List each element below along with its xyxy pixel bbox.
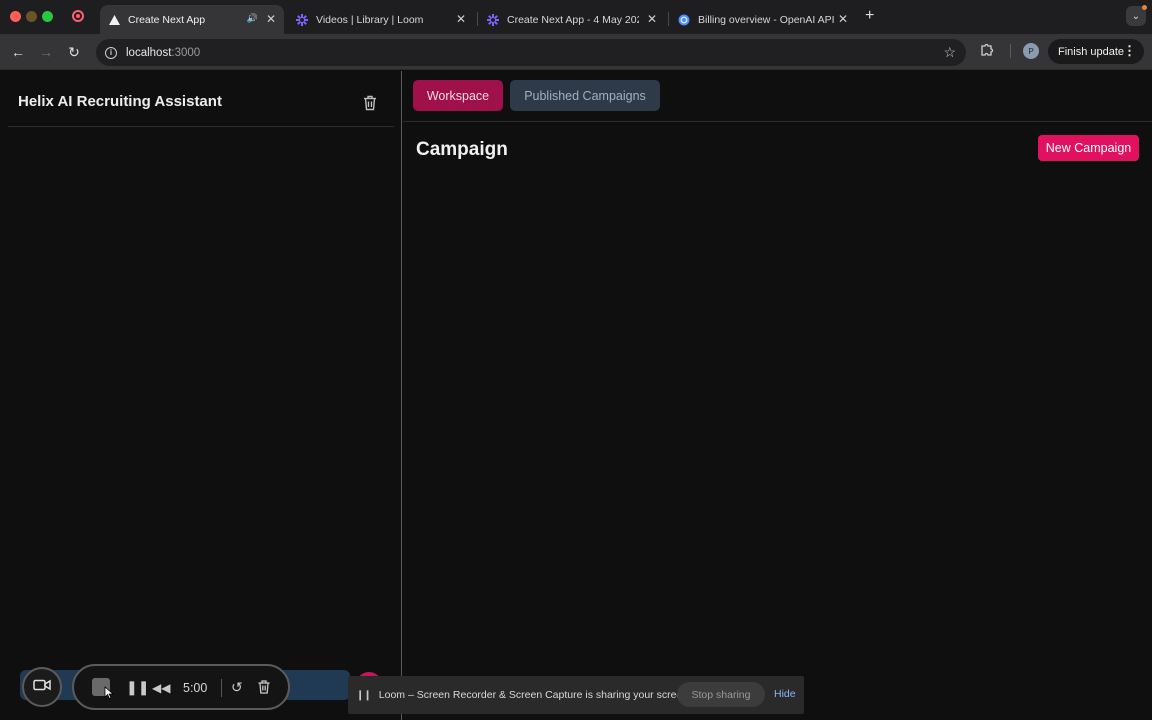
pause-icon: ❙❙ <box>356 689 372 701</box>
loom-icon <box>296 13 308 26</box>
finish-update-button[interactable]: Finish update ⋮ <box>1048 39 1144 64</box>
close-icon[interactable]: ✕ <box>647 12 657 26</box>
tab-title: Billing overview - OpenAI API <box>698 13 835 26</box>
main-tabs-bar: Workspace Published Campaigns <box>403 71 1152 122</box>
openai-globe-icon <box>678 14 690 26</box>
speaker-icon[interactable]: 🔊 <box>247 13 258 24</box>
control-divider <box>221 679 222 697</box>
share-message: Loom – Screen Recorder & Screen Capture … <box>378 689 692 701</box>
loom-icon <box>487 13 499 26</box>
restart-icon[interactable]: ↺ <box>231 679 243 696</box>
recording-indicator-icon <box>72 10 84 22</box>
recording-timer: 5:00 <box>183 681 208 695</box>
sidebar-title: Helix AI Recruiting Assistant <box>18 93 222 110</box>
browser-tab-create-next-app[interactable]: Create Next App 🔊 ✕ <box>100 5 284 34</box>
screen-share-notification: ❙❙ Loom – Screen Recorder & Screen Captu… <box>348 676 804 714</box>
app-page: Helix AI Recruiting Assistant Workspace … <box>0 71 1152 720</box>
new-campaign-button[interactable]: New Campaign <box>1038 135 1139 161</box>
hide-button[interactable]: Hide <box>774 688 796 700</box>
close-icon[interactable]: ✕ <box>838 12 848 26</box>
pause-icon[interactable]: ❚❚ <box>126 679 149 696</box>
close-icon[interactable]: ✕ <box>456 12 466 26</box>
url-text: localhost:3000 <box>126 47 200 59</box>
rewind-icon[interactable]: ◀◀ <box>152 681 170 695</box>
tab-title: Videos | Library | Loom <box>316 13 424 26</box>
window-minimize-button[interactable] <box>26 11 37 22</box>
url-host: localhost <box>126 46 172 59</box>
close-icon[interactable]: ✕ <box>266 12 276 26</box>
video-camera-icon <box>33 678 51 696</box>
forward-arrow-icon[interactable]: → <box>36 42 56 62</box>
tab-workspace[interactable]: Workspace <box>413 80 503 111</box>
site-info-icon[interactable]: i <box>105 46 117 59</box>
browser-tab-loom-library[interactable]: Videos | Library | Loom ✕ <box>288 5 474 34</box>
chevron-down-icon[interactable]: ⌄ <box>1126 5 1147 26</box>
tab-separator <box>668 12 669 26</box>
tab-separator <box>477 12 478 26</box>
tab-title: Create Next App <box>128 13 206 26</box>
window-maximize-button[interactable] <box>42 11 53 22</box>
back-arrow-icon[interactable]: ← <box>8 42 28 62</box>
finish-update-label: Finish update <box>1058 45 1125 58</box>
main-panel: Workspace Published Campaigns Campaign N… <box>403 71 1152 720</box>
nextjs-triangle-icon <box>108 14 120 26</box>
reload-icon[interactable]: ↻ <box>64 42 84 62</box>
page-title: Campaign <box>416 139 508 160</box>
trash-icon[interactable] <box>258 680 270 694</box>
sidebar: Helix AI Recruiting Assistant <box>0 71 402 720</box>
mouse-cursor-icon <box>104 686 115 700</box>
browser-tab-strip: Create Next App 🔊 ✕ Videos | Library | L… <box>0 0 1152 34</box>
url-port: :3000 <box>171 46 201 59</box>
new-tab-plus-icon[interactable]: + <box>865 7 874 25</box>
loom-camera-button[interactable] <box>22 667 62 707</box>
trash-icon[interactable] <box>363 95 377 111</box>
bookmark-star-icon[interactable]: ☆ <box>943 44 956 61</box>
more-vertical-icon[interactable]: ⋮ <box>1123 43 1136 59</box>
tab-title: Create Next App - 4 May 202 <box>507 13 639 26</box>
stop-sharing-button[interactable]: Stop sharing <box>677 682 765 707</box>
toolbar-separator <box>1010 44 1011 58</box>
browser-tab-openai-billing[interactable]: Billing overview - OpenAI API ✕ <box>670 5 856 34</box>
address-bar[interactable]: i localhost:3000 ☆ <box>96 39 966 66</box>
browser-tab-create-next-app-recording[interactable]: Create Next App - 4 May 202 ✕ <box>479 5 665 34</box>
extensions-puzzle-icon[interactable] <box>980 42 996 58</box>
window-close-button[interactable] <box>10 11 21 22</box>
tab-published-campaigns[interactable]: Published Campaigns <box>510 80 660 111</box>
sidebar-header: Helix AI Recruiting Assistant <box>8 71 394 127</box>
profile-avatar[interactable]: P <box>1023 43 1039 59</box>
